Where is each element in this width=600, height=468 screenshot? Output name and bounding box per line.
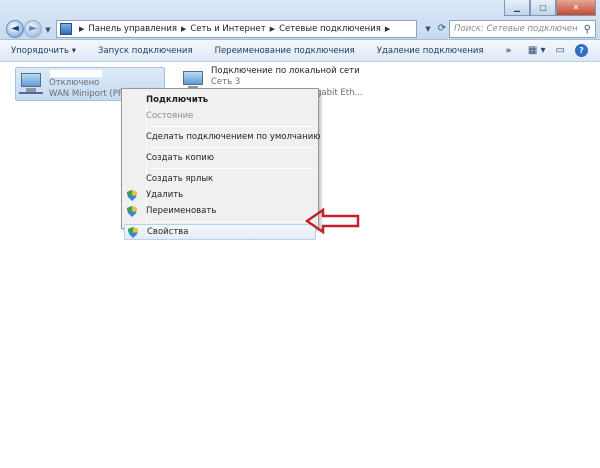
search-input[interactable]	[454, 24, 578, 34]
more-commands-button[interactable]: »	[506, 46, 512, 56]
help-icon[interactable]: ?	[575, 44, 588, 57]
toolbar-right: ▦ ▾ ▭ ?	[528, 44, 588, 57]
menu-separator	[150, 168, 314, 169]
start-connection-button[interactable]: Запуск подключения	[98, 46, 193, 56]
chevron-right-icon[interactable]: ▶	[181, 25, 186, 33]
view-options-icon[interactable]: ▦ ▾	[528, 45, 546, 56]
preview-pane-icon[interactable]: ▭	[556, 45, 565, 56]
menu-item-set-default[interactable]: Сделать подключением по умолчанию	[124, 129, 320, 145]
breadcrumb-control-panel[interactable]: Панель управления	[88, 24, 177, 34]
maximize-button[interactable]: ▢	[530, 0, 556, 16]
annotation-arrow-icon	[305, 208, 360, 234]
connection-name: Подключение по локальной сети	[211, 66, 360, 76]
menu-separator	[150, 126, 314, 127]
delete-connection-button[interactable]: Удаление подключения	[377, 46, 484, 56]
menu-item-status: Состояние	[146, 111, 194, 121]
menu-item-label: Переименовать	[146, 206, 217, 216]
address-history-dropdown[interactable]: ▼	[421, 20, 435, 38]
address-box[interactable]: ▶ Панель управления ▶ Сеть и Интернет ▶ …	[56, 20, 417, 38]
arrow-left-icon: ◄	[11, 23, 19, 34]
rename-connection-button[interactable]: Переименование подключения	[215, 46, 355, 56]
close-button[interactable]: ✕	[556, 0, 596, 16]
menu-item-label: Удалить	[146, 190, 184, 200]
network-connections-window: ▁ ▢ ✕ ◄ ► ▼ ▶ Панель управления ▶ Сеть и…	[0, 0, 600, 468]
window-controls: ▁ ▢ ✕	[504, 0, 596, 16]
menu-separator	[150, 147, 314, 148]
menu-item-rename[interactable]: Переименовать	[124, 203, 316, 219]
back-button[interactable]: ◄	[6, 20, 24, 38]
menu-item-properties[interactable]: Свойства	[124, 224, 316, 240]
connection-name-redacted	[49, 69, 103, 78]
shield-icon	[127, 190, 137, 201]
menu-item-connect[interactable]: Подключить	[124, 92, 316, 108]
forward-button[interactable]: ►	[24, 20, 42, 38]
context-menu: Подключить Состояние Сделать подключение…	[121, 88, 320, 240]
connection-status: Сеть 3	[211, 77, 241, 87]
menu-separator	[150, 221, 314, 222]
menu-item-delete[interactable]: Удалить	[124, 187, 316, 203]
menu-item-label: Свойства	[147, 227, 189, 237]
recent-pages-dropdown[interactable]: ▼	[44, 26, 52, 34]
control-panel-icon	[60, 23, 72, 35]
minimize-button[interactable]: ▁	[504, 0, 530, 16]
command-bar: Упорядочить ▾ Запуск подключения Переиме…	[0, 40, 600, 62]
refresh-icon[interactable]: ⟳	[435, 20, 449, 38]
organize-button[interactable]: Упорядочить ▾	[11, 46, 76, 56]
shield-icon	[128, 227, 138, 238]
chevron-right-icon[interactable]: ▶	[79, 25, 84, 33]
menu-item-create-shortcut[interactable]: Создать ярлык	[124, 171, 316, 187]
chevron-right-icon[interactable]: ▶	[385, 25, 390, 33]
breadcrumb-network-internet[interactable]: Сеть и Интернет	[190, 24, 265, 34]
vpn-connection-icon	[19, 71, 45, 97]
chevron-right-icon[interactable]: ▶	[270, 25, 275, 33]
shield-icon	[127, 206, 137, 217]
address-bar-area: ▁ ▢ ✕ ◄ ► ▼ ▶ Панель управления ▶ Сеть и…	[0, 0, 600, 40]
search-box[interactable]: ⚲	[449, 20, 596, 38]
menu-item-create-copy[interactable]: Создать копию	[124, 150, 316, 166]
breadcrumb-network-connections[interactable]: Сетевые подключения	[279, 24, 381, 34]
arrow-right-icon: ►	[29, 23, 37, 34]
search-icon[interactable]: ⚲	[584, 24, 591, 35]
